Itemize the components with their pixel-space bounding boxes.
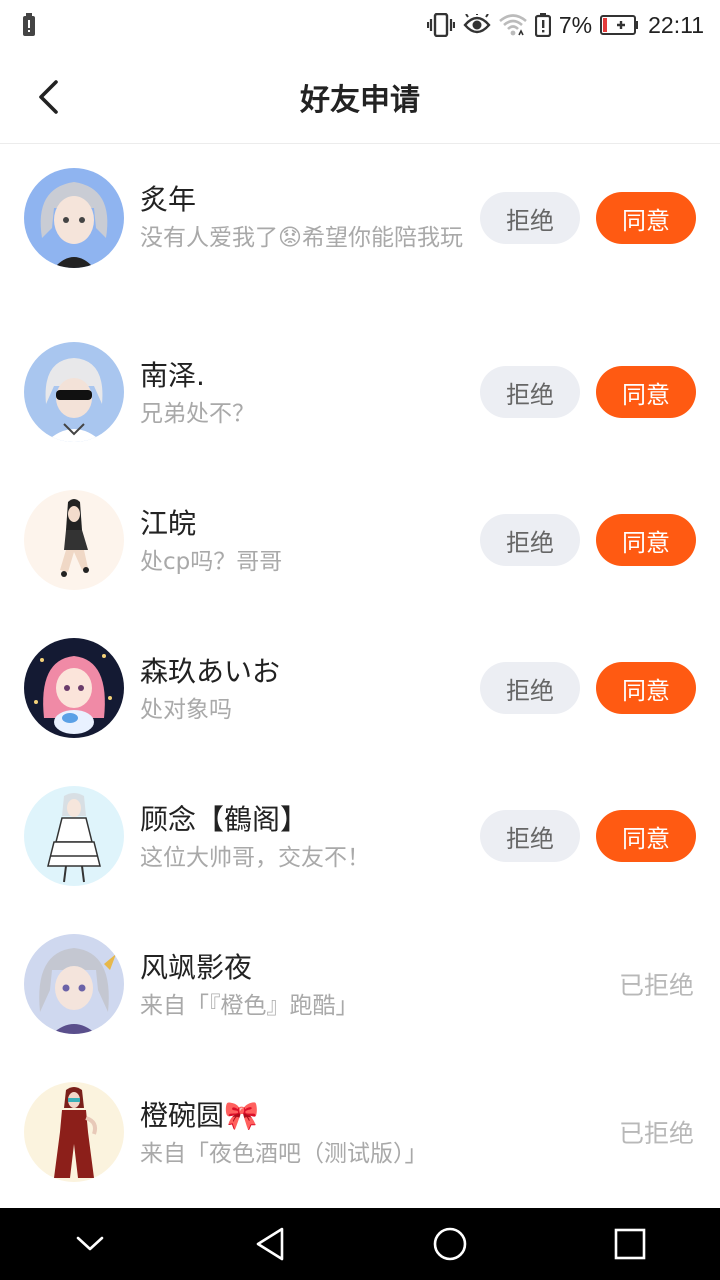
accept-button[interactable]: 同意 xyxy=(596,514,696,566)
nav-home-button[interactable] xyxy=(410,1208,490,1280)
status-bar: 7% 22:11 xyxy=(0,0,720,50)
battery-warning-icon xyxy=(534,13,551,37)
sender-name: 橙碗圆🎀 xyxy=(140,1099,259,1132)
battery-charging-icon xyxy=(600,14,640,36)
vibrate-icon xyxy=(426,13,455,37)
avatar[interactable] xyxy=(24,490,124,590)
request-text: 南泽. 兄弟处不？ xyxy=(140,356,470,433)
request-text: 炙年 没有人爱我了😟希望你能陪我玩 xyxy=(140,180,470,257)
page-title: 好友申请 xyxy=(300,82,420,118)
request-message: 处cp吗？哥哥 xyxy=(140,549,283,575)
request-message: 来自「夜色酒吧（测试版）」 xyxy=(140,1141,428,1167)
top-app-bar: 好友申请 xyxy=(0,50,720,144)
avatar[interactable] xyxy=(24,342,124,442)
accept-button[interactable]: 同意 xyxy=(596,192,696,244)
request-text: 顾念【鶴阁】 这位大帅哥，交友不！ xyxy=(140,800,470,877)
accept-button[interactable]: 同意 xyxy=(596,662,696,714)
accept-button[interactable]: 同意 xyxy=(596,810,696,862)
request-message: 来自「『橙色』跑酷」 xyxy=(140,993,359,1019)
circle-home-icon xyxy=(433,1227,467,1261)
request-text: 森玖あいお 处对象吗 xyxy=(140,652,470,729)
avatar[interactable] xyxy=(24,1082,124,1182)
sender-name: 森玖あいお xyxy=(140,655,281,688)
reject-button[interactable]: 拒绝 xyxy=(480,662,580,714)
avatar[interactable] xyxy=(24,168,124,268)
wifi-icon xyxy=(499,13,527,37)
sender-name: 南泽. xyxy=(140,359,205,392)
sender-name: 顾念【鶴阁】 xyxy=(140,803,309,836)
back-button[interactable] xyxy=(28,74,68,120)
nav-back-button[interactable] xyxy=(230,1208,310,1280)
clock: 22:11 xyxy=(648,11,704,38)
request-message: 兄弟处不？ xyxy=(140,401,255,427)
rejected-status: 已拒绝 xyxy=(618,971,694,1000)
request-text: 橙碗圆🎀 来自「夜色酒吧（测试版）」 xyxy=(140,1096,470,1173)
nav-recents-button[interactable] xyxy=(590,1208,670,1280)
chevron-left-icon xyxy=(39,80,58,114)
request-text: 江皖 处cp吗？哥哥 xyxy=(140,504,470,581)
triangle-back-icon xyxy=(256,1227,284,1261)
nav-hide-button[interactable] xyxy=(50,1208,130,1280)
chevron-down-icon xyxy=(76,1236,104,1251)
eye-icon xyxy=(463,14,491,36)
system-navigation-bar xyxy=(0,1208,720,1280)
avatar[interactable] xyxy=(24,786,124,886)
rejected-status: 已拒绝 xyxy=(618,1119,694,1148)
battery-percent: 7% xyxy=(558,11,593,38)
sender-name: 江皖 xyxy=(140,507,197,540)
reject-button[interactable]: 拒绝 xyxy=(480,810,580,862)
reject-button[interactable]: 拒绝 xyxy=(480,366,580,418)
sender-name: 炙年 xyxy=(140,183,197,216)
accept-button[interactable]: 同意 xyxy=(596,366,696,418)
request-text: 风飒影夜 来自「『橙色』跑酷」 xyxy=(140,948,470,1025)
reject-button[interactable]: 拒绝 xyxy=(480,514,580,566)
avatar[interactable] xyxy=(24,934,124,1034)
square-recents-icon xyxy=(614,1228,646,1260)
request-message: 这位大帅哥，交友不！ xyxy=(140,845,370,871)
reject-button[interactable]: 拒绝 xyxy=(480,192,580,244)
sender-name: 风飒影夜 xyxy=(140,951,253,984)
request-message: 没有人爱我了😟希望你能陪我玩 xyxy=(140,225,463,251)
avatar[interactable] xyxy=(24,638,124,738)
request-message: 处对象吗 xyxy=(140,697,232,723)
battery-alert-icon xyxy=(22,13,36,37)
